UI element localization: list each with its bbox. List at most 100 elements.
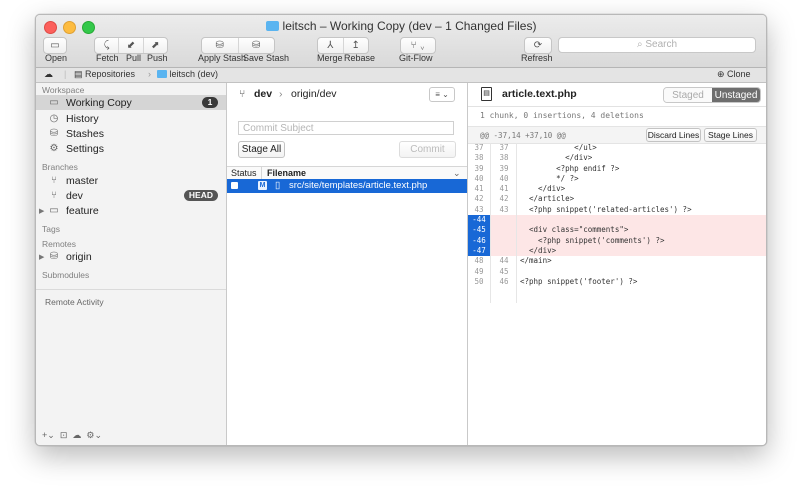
fetch-button[interactable]: ⤹ [95,38,120,53]
stage-all-button[interactable]: Stage All [238,141,285,158]
line-content: </div> [520,245,557,255]
submodules-header: Submodules [42,270,90,280]
pull-button[interactable]: ⬋ [119,38,144,53]
diff-header: ▤ article.text.php Staged Unstaged [468,83,766,107]
diff-line[interactable]: 41 41 </div> [468,184,766,194]
new-line-number: 38 [499,153,509,163]
status-column-header[interactable]: Status [231,168,257,178]
sidebar-item-remote-origin[interactable]: ▶ ⛁ origin [36,249,226,264]
sidebar: Workspace ▭ Working Copy 1 ◷ History ⛁ Stas… [36,83,227,445]
disclosure-triangle-icon[interactable]: ▶ [39,253,44,261]
sidebar-divider [36,289,226,290]
commit-subject-input[interactable]: Commit Subject [238,121,454,135]
staged-tab[interactable]: Staged [664,88,712,102]
diff-line[interactable]: 50 46 <?php snippet('footer') ?> [468,277,766,287]
push-label: Push [147,53,168,63]
diff-line-deleted[interactable]: -46 <?php snippet('comments') ?> [468,235,766,246]
diff-pane: ▤ article.text.php Staged Unstaged 1 chu… [468,83,766,445]
rebase-button[interactable]: ↥ [344,38,369,53]
save-stash-button[interactable]: ⛁ [239,38,275,53]
sidebar-bottom-bar: +⌄ ⊡ ☁ ⚙⌄ [42,430,102,441]
line-content: <?php snippet('footer') ?> [520,276,638,286]
diff-line[interactable]: 37 37 </ul> [468,143,766,153]
cloud-icon[interactable]: ☁ [72,430,81,440]
sidebar-item-branch-master[interactable]: ⑂ master [36,173,226,188]
diff-line[interactable]: 43 43 <?php snippet('related-articles') ?… [468,205,766,215]
repo-breadcrumb[interactable]: leitsch (dev) [157,69,218,79]
branches-header: Branches [42,162,78,172]
repositories-icon: ▤ [74,69,86,79]
diff-line[interactable]: 49 45 [468,267,766,277]
branch-row: ⑂ dev › origin/dev ≡ ⌄ [227,83,467,106]
clone-icon: ⊕ [717,69,728,79]
line-content: <?php snippet('related-articles') ?> [520,204,692,214]
disclosure-triangle-icon[interactable]: ▶ [39,207,44,215]
diff-lines: 37 37 </ul> 38 38 </div> 39 39 <?php endif ?>… [468,143,766,287]
old-line-number: -47 [468,245,490,257]
head-badge: HEAD [183,190,218,201]
remote-activity-header: Remote Activity [45,297,104,307]
gear-icon[interactable]: ⚙⌄ [86,430,102,440]
clone-button[interactable]: ⊕ Clone [717,69,751,80]
apply-stash-button[interactable]: ⛁ [202,38,239,53]
line-content: <?php endif ?> [520,163,620,173]
cloud-icon[interactable]: ☁ [44,69,53,80]
file-row[interactable]: M ▯ src/site/templates/article.text.php [227,179,467,193]
diff-line[interactable]: 38 38 </div> [468,153,766,163]
fetch-icon: ⤹ [103,40,110,51]
add-icon[interactable]: +⌄ [42,430,55,440]
sidebar-item-branch-dev[interactable]: ⑂ dev HEAD [36,188,226,203]
diff-line-deleted[interactable]: -47 </div> [468,245,766,257]
new-line-number: 37 [499,143,509,152]
repositories-breadcrumb[interactable]: ▤ Repositories [74,69,135,80]
open-icon: ▭ [50,40,60,51]
discard-lines-button[interactable]: Discard Lines [646,128,701,142]
toolbar: leitsch – Working Copy (dev – 1 Changed … [36,15,766,68]
diff-filename: article.text.php [502,88,577,100]
gitflow-button[interactable]: ⑂ ⌄ [400,37,436,54]
filename-column-header[interactable]: Filename [267,168,306,178]
search-input[interactable]: ⌕ Search [558,37,756,53]
window-title: leitsch – Working Copy (dev – 1 Changed … [36,19,766,33]
remotes-header: Remotes [42,239,77,249]
list-options-icon[interactable]: ≡ ⌄ [429,87,455,102]
sidebar-item-branch-feature[interactable]: ▶ ▭ feature [36,203,226,218]
diff-line-deleted[interactable]: -45 <div class="comments"> [468,225,766,236]
old-line-number: 49 [474,266,484,276]
diff-line-deleted[interactable]: -44 [468,215,766,226]
new-line-number: 45 [499,266,509,276]
new-line-number: 46 [499,276,509,286]
sidebar-item-working-copy[interactable]: ▭ Working Copy 1 [36,95,226,110]
gutter-divider [516,143,517,303]
open-label: Open [45,53,68,63]
new-line-number: 41 [499,184,509,194]
stage-checkbox[interactable] [231,182,238,189]
diff-line[interactable]: 40 40 */ ?> [468,174,766,184]
stage-lines-button[interactable]: Stage Lines [704,128,757,142]
history-icon: ◷ [49,113,59,124]
working-copy-icon: ▭ [49,97,59,108]
save-stash-label: Save Stash [243,53,290,63]
diff-line[interactable]: 48 44 </main> [468,256,766,266]
open-button[interactable]: ▭ [43,37,67,54]
chevron-down-icon[interactable]: ⌄ [453,168,461,179]
sidebar-item-stashes[interactable]: ⛁ Stashes [36,126,226,141]
inbox-icon[interactable]: ⊡ [60,430,68,440]
gutter-divider [490,143,491,303]
path-divider: | [64,69,67,79]
sidebar-item-settings[interactable]: ⚙ Settings [36,141,226,156]
new-line-number: 43 [499,204,509,214]
refresh-button[interactable]: ⟳ [524,37,552,54]
merge-button[interactable]: ⅄ [318,38,344,53]
unstaged-tab[interactable]: Unstaged [712,88,760,102]
diff-line[interactable]: 39 39 <?php endif ?> [468,164,766,174]
line-content: </article> [520,194,575,204]
gear-icon: ⚙ [49,143,59,154]
old-line-number: -44 [468,215,490,226]
commit-button[interactable]: Commit [399,141,456,158]
diff-line[interactable]: 42 42 </article> [468,194,766,204]
sidebar-item-history[interactable]: ◷ History [36,111,226,126]
breadcrumb-chevron-icon: › [148,69,151,79]
push-button[interactable]: ⬈ [144,38,167,53]
line-content: </div> [520,184,566,194]
